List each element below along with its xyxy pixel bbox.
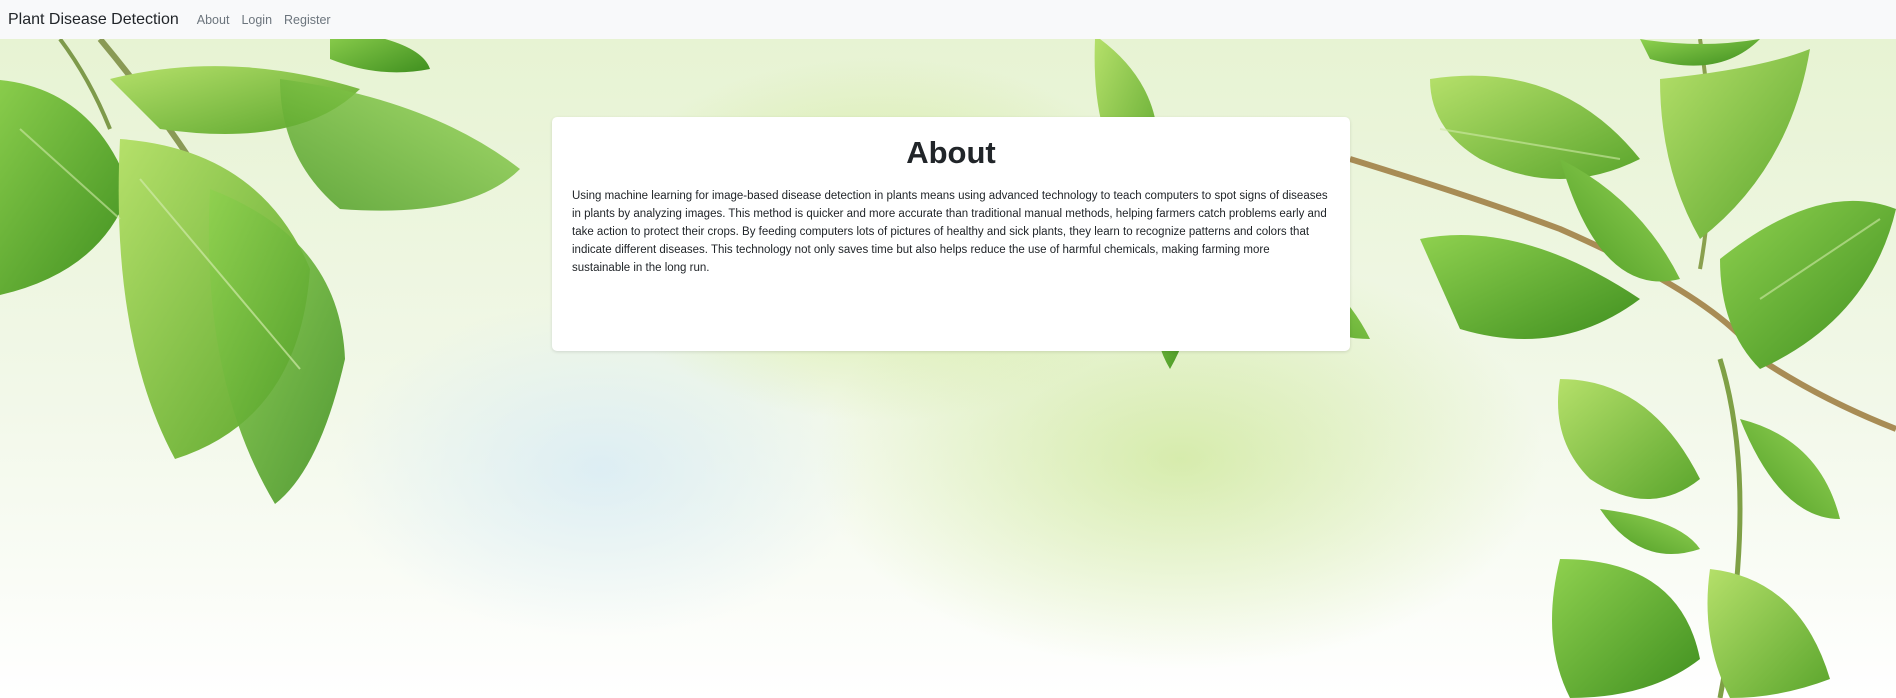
about-description: Using machine learning for image-based d…: [572, 189, 1328, 274]
about-card: About Using machine learning for image-b…: [552, 117, 1350, 351]
top-navbar: Plant Disease Detection About Login Regi…: [0, 0, 1896, 39]
nav-link-register[interactable]: Register: [284, 13, 331, 27]
nav-link-login[interactable]: Login: [241, 13, 272, 27]
about-title: About: [906, 135, 996, 170]
nav-link-about[interactable]: About: [197, 13, 230, 27]
navbar-brand[interactable]: Plant Disease Detection: [8, 11, 179, 29]
hero-background: About Using machine learning for image-b…: [0, 39, 1896, 698]
